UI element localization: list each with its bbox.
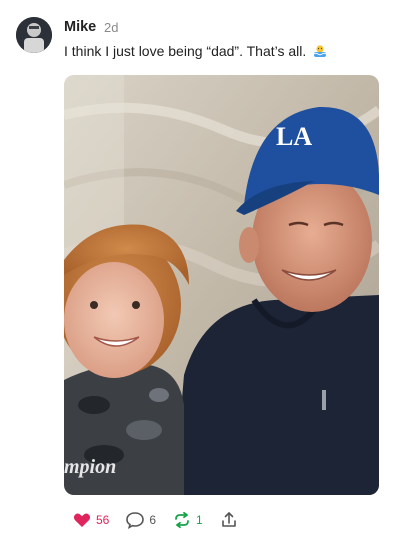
like-button[interactable]: 56 xyxy=(72,510,109,530)
post-text: I think I just love being “dad”. That’s … xyxy=(64,43,307,59)
post-timestamp[interactable]: 2d xyxy=(104,20,118,35)
post-text-row: I think I just love being “dad”. That’s … xyxy=(64,43,328,59)
post-photo[interactable]: LA mpion xyxy=(64,75,379,495)
post-actions: 56 6 1 xyxy=(72,510,255,530)
share-upload-icon xyxy=(219,510,239,530)
comment-count: 6 xyxy=(149,513,157,527)
person-in-water-emoji xyxy=(312,43,328,59)
comment-bubble-icon xyxy=(125,510,145,530)
post-card: Mike 2d I think I just love being “dad”.… xyxy=(0,0,412,544)
share-button[interactable] xyxy=(219,510,239,530)
like-count: 56 xyxy=(96,513,110,527)
comment-button[interactable]: 6 xyxy=(125,510,156,530)
author-avatar[interactable] xyxy=(16,17,52,53)
author-name[interactable]: Mike xyxy=(64,19,96,35)
shirt-text: mpion xyxy=(64,456,116,478)
repost-button[interactable]: 1 xyxy=(172,510,203,530)
repost-icon xyxy=(172,510,192,530)
repost-count: 1 xyxy=(196,513,203,527)
cap-logo: LA xyxy=(276,122,312,151)
heart-icon xyxy=(72,510,92,530)
